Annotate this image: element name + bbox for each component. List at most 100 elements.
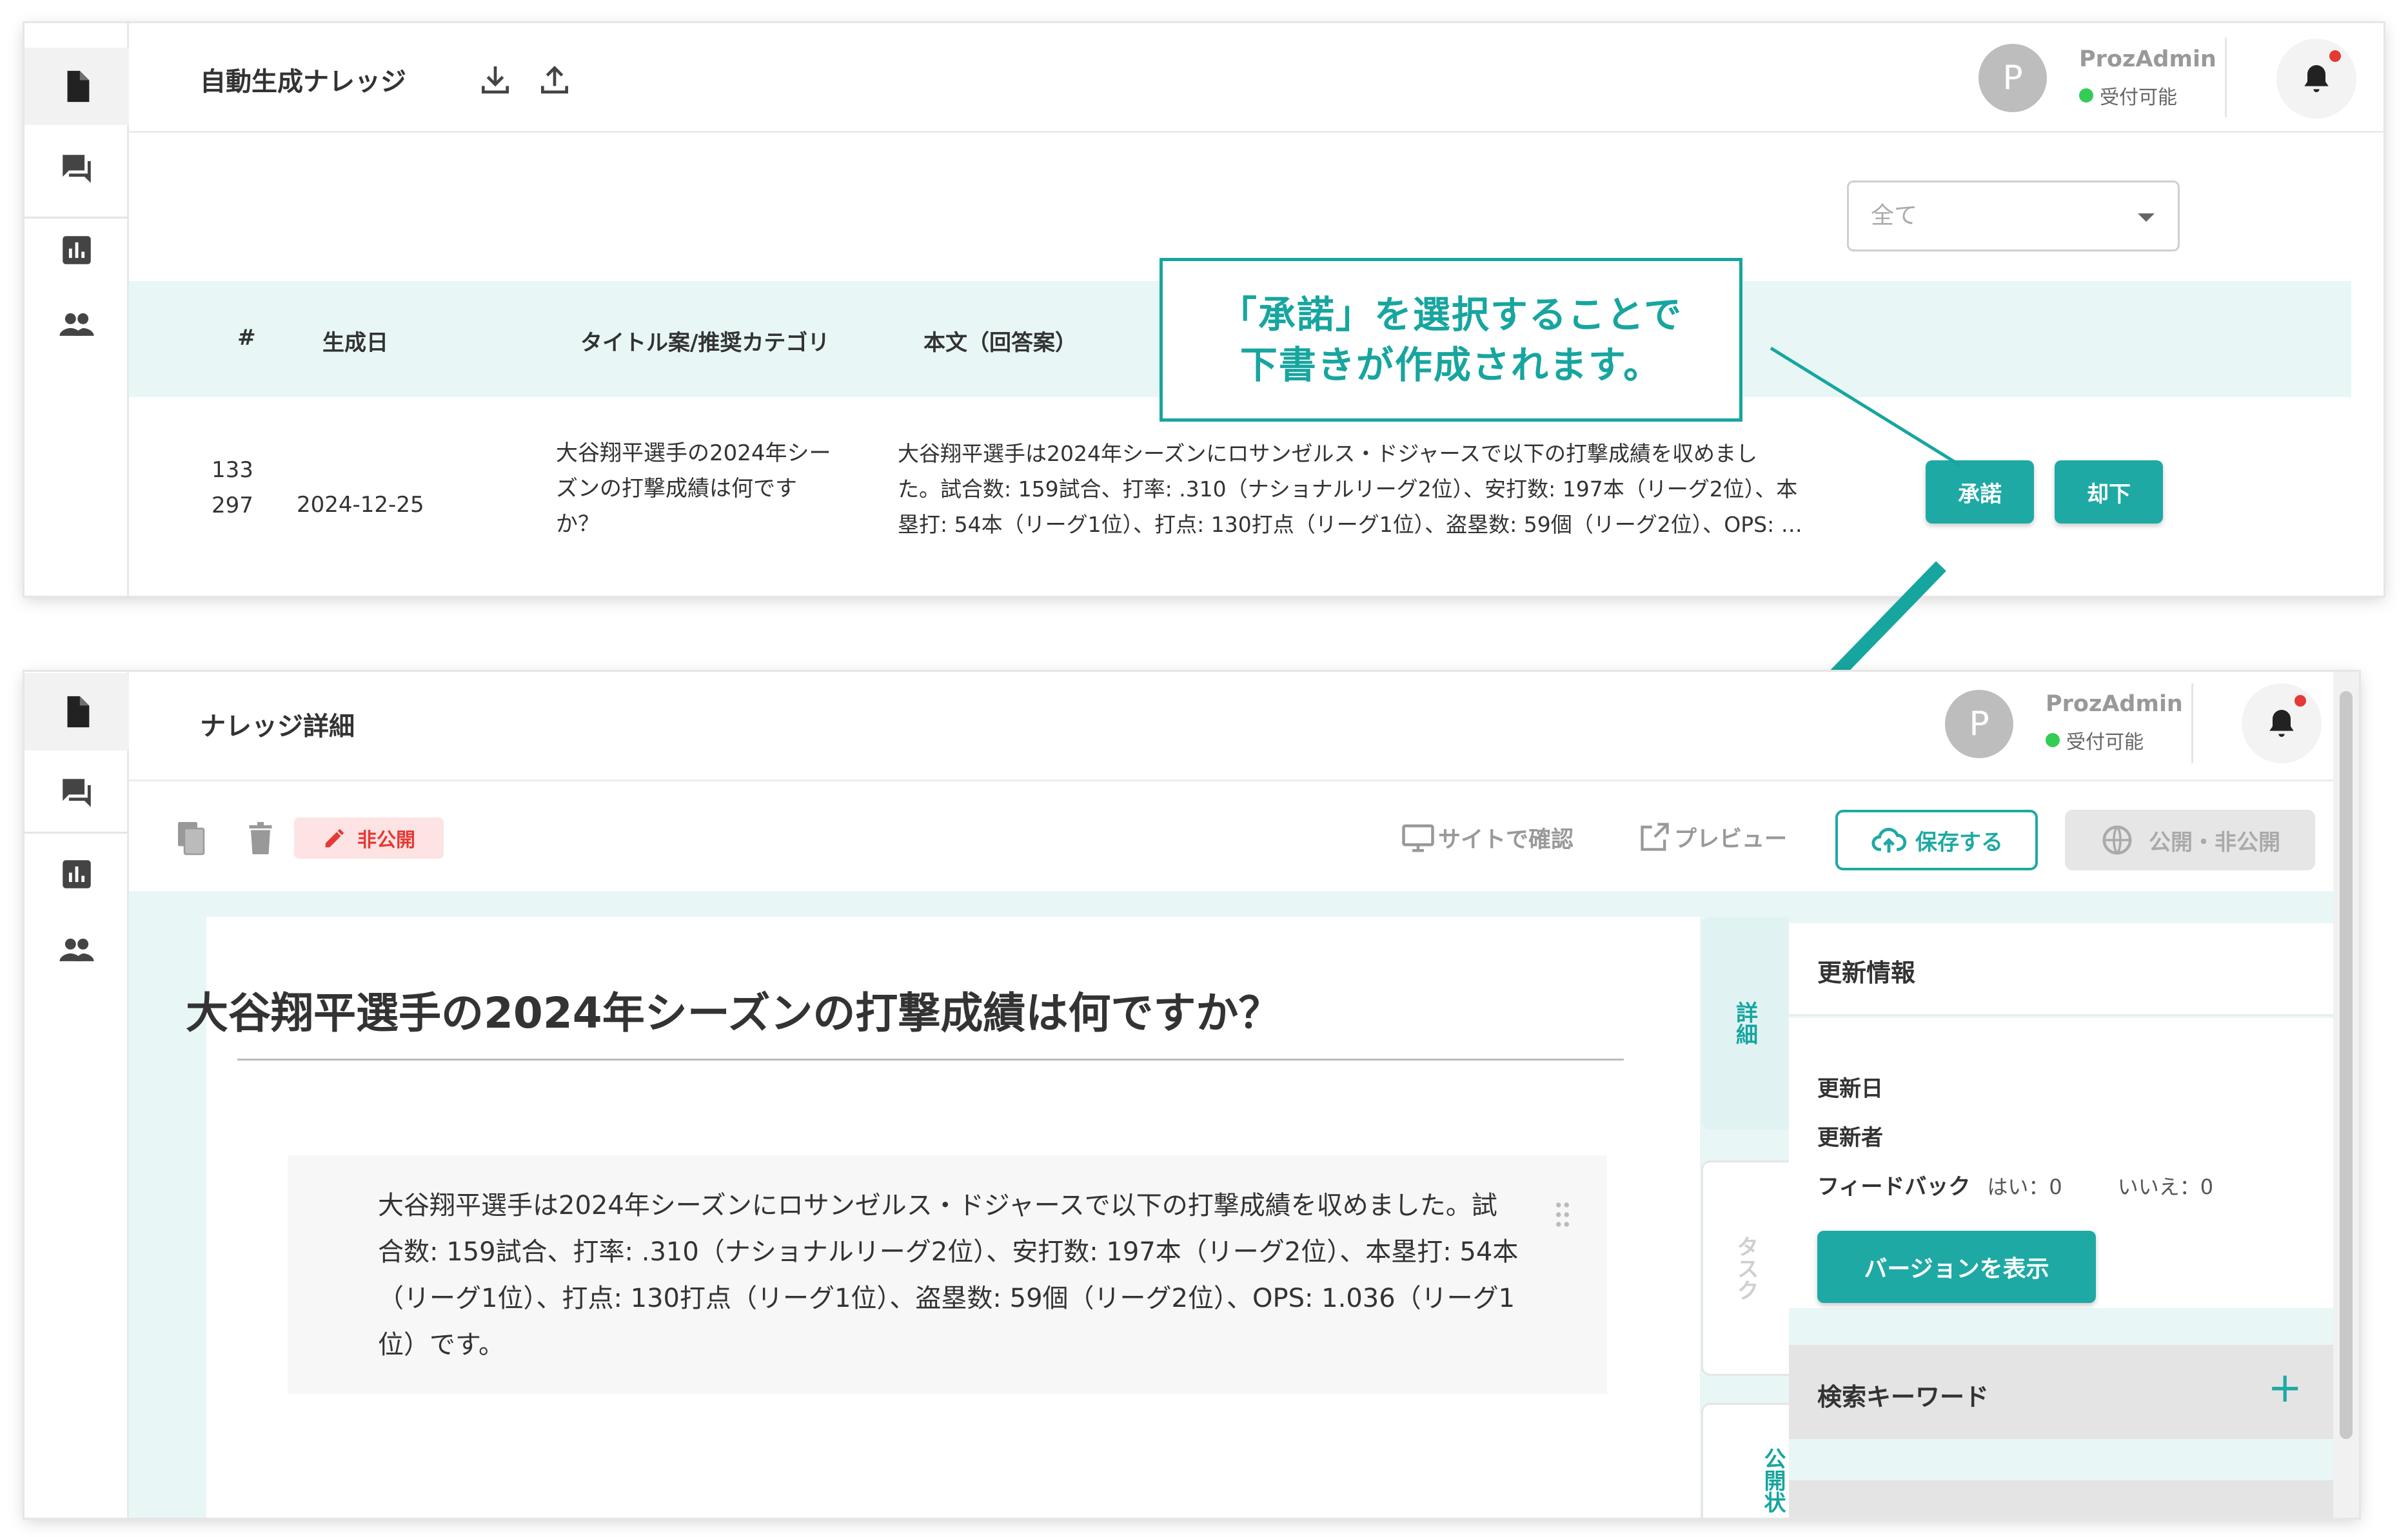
sidebar-item-documents[interactable]	[25, 48, 129, 125]
preview-label: プレビュー	[1674, 826, 1788, 852]
copy-icon[interactable]	[172, 819, 210, 857]
search-keywords-heading: 検索キーワード	[1817, 1383, 1989, 1411]
row-id: 133 297	[212, 453, 253, 524]
title-divider	[237, 1059, 1624, 1061]
row-id-line1: 133	[212, 457, 253, 483]
notifications-button[interactable]	[2242, 683, 2322, 763]
updated-by-label: 更新者	[1817, 1125, 1883, 1151]
row-title-line: ズンの打撃成績は何です	[556, 476, 797, 502]
reject-button[interactable]: 却下	[2055, 460, 2163, 524]
bar-chart-icon	[63, 860, 91, 888]
update-info-panel: 更新日 更新者 フィードバック はい：0 いいえ：0 バージョンを表示	[1789, 1018, 2334, 1308]
callout-annotation: 「承諾」を選択することで 下書きが作成されます。	[1160, 258, 1742, 422]
sidebar-item-chat[interactable]	[25, 130, 129, 208]
page-title: ナレッジ詳細	[200, 712, 355, 741]
bell-icon	[2269, 710, 2294, 737]
approve-button[interactable]: 承諾	[1926, 460, 2034, 524]
chat-icon	[63, 155, 91, 183]
header: ナレッジ詳細 P ProzAdmin 受付可能	[129, 672, 2359, 781]
status-badge-label: 非公開	[357, 829, 415, 852]
notification-badge	[2329, 50, 2341, 62]
filter-select-value: 全て	[1871, 202, 1918, 229]
user-status-label: 受付可能	[2100, 86, 2177, 109]
document-icon	[67, 696, 90, 728]
filter-select[interactable]: 全て	[1847, 181, 2180, 251]
column-header-title: タイトル案/推奨カテゴリ	[580, 330, 830, 356]
save-button[interactable]: 保存する	[1835, 810, 2038, 870]
avatar[interactable]: P	[1979, 44, 2047, 112]
article-body-line: 合数: 159試合、打率: .310（ナショナルリーグ2位）、安打数: 197本…	[378, 1237, 1519, 1267]
show-versions-button[interactable]: バージョンを表示	[1817, 1231, 2096, 1303]
user-name: ProzAdmin	[2079, 46, 2216, 72]
sidebar-item-analytics[interactable]	[25, 836, 129, 913]
collapsed-panel[interactable]	[1789, 1480, 2334, 1518]
tab-details[interactable]: 詳細	[1701, 917, 1789, 1130]
scrollbar[interactable]	[2333, 672, 2359, 1518]
column-header-id: #	[237, 325, 256, 351]
trash-icon[interactable]	[241, 819, 280, 857]
article-body-line: 大谷翔平選手は2024年シーズンにロサンゼルス・ドジャースで以下の打撃成績を収め…	[378, 1191, 1497, 1220]
view-on-site-button[interactable]: サイトで確認	[1401, 820, 1574, 855]
row-title: 大谷翔平選手の2024年シー ズンの打撃成績は何です か？	[556, 436, 831, 542]
monitor-icon	[1402, 824, 1434, 852]
callout-line1: 「承諾」を選択することで	[1219, 293, 1683, 337]
article-body-line: （リーグ1位）、打点: 130打点（リーグ1位）、盗塁数: 59個（リーグ2位）…	[378, 1284, 1515, 1313]
users-icon	[59, 938, 94, 961]
add-keyword-icon[interactable]: +	[2267, 1364, 2302, 1412]
tab-tasks[interactable]: タスク	[1701, 1160, 1789, 1376]
notifications-button[interactable]	[2276, 39, 2356, 119]
bar-chart-icon	[63, 236, 91, 264]
update-info-header: 更新情報	[1789, 923, 2334, 1016]
tab-publish-status[interactable]: 公開状	[1701, 1403, 1789, 1518]
feedback-row: フィードバック はい：0 いいえ：0	[1817, 1169, 2213, 1200]
chevron-down-icon	[2138, 213, 2155, 222]
row-date: 2024-12-25	[297, 492, 424, 518]
scrollbar-thumb[interactable]	[2340, 691, 2353, 1439]
row-body: 大谷翔平選手は2024年シーズンにロサンゼルス・ドジャースで以下の打撃成績を収め…	[898, 436, 1802, 542]
column-header-date: 生成日	[322, 330, 388, 356]
external-link-icon	[1641, 823, 1669, 851]
row-body-line: 塁打: 54本（リーグ1位）、打点: 130打点（リーグ1位）、盗塁数: 59個…	[898, 512, 1802, 537]
online-status-dot	[2079, 88, 2093, 103]
sidebar-item-users[interactable]	[25, 286, 129, 364]
chat-icon	[63, 779, 91, 807]
document-icon	[67, 70, 90, 103]
sidebar-item-chat[interactable]	[25, 754, 129, 832]
sidebar	[25, 23, 129, 596]
sidebar-item-users[interactable]	[25, 912, 129, 989]
users-icon	[59, 313, 94, 336]
row-title-line: か？	[556, 511, 600, 537]
feedback-no-count: いいえ：0	[2117, 1175, 2214, 1199]
sidebar-item-documents[interactable]	[25, 673, 129, 750]
sidebar	[25, 672, 129, 1518]
search-keywords-panel[interactable]: 検索キーワード +	[1789, 1345, 2334, 1439]
user-name: ProzAdmin	[2046, 691, 2183, 717]
status-badge: 非公開	[294, 817, 444, 859]
avatar[interactable]: P	[1945, 690, 2013, 758]
publish-toggle-button[interactable]: 公開・非公開	[2065, 810, 2315, 870]
online-status-dot	[2046, 733, 2060, 747]
row-title-line: 大谷翔平選手の2024年シー	[556, 440, 831, 466]
article-body: 大谷翔平選手は2024年シーズンにロサンゼルス・ドジャースで以下の打撃成績を収め…	[378, 1182, 1558, 1368]
feedback-label: フィードバック	[1817, 1174, 1971, 1200]
update-info-heading: 更新情報	[1817, 959, 1916, 987]
publish-toggle-label: 公開・非公開	[2149, 829, 2280, 856]
article-body-line: 位）です。	[378, 1330, 504, 1360]
user-status-label: 受付可能	[2066, 731, 2144, 754]
preview-button[interactable]: プレビュー	[1638, 820, 1787, 854]
feedback-yes-count: はい：0	[1987, 1175, 2062, 1199]
save-label: 保存する	[1915, 829, 2003, 856]
row-body-line: 大谷翔平選手は2024年シーズンにロサンゼルス・ドジャースで以下の打撃成績を収め…	[898, 441, 1758, 466]
article-title[interactable]: 大谷翔平選手の2024年シーズンの打撃成績は何ですか？	[186, 979, 1281, 1041]
column-header-body: 本文（回答案）	[923, 330, 1077, 356]
drag-handle-icon[interactable]	[1554, 1202, 1571, 1228]
user-status: 受付可能	[2046, 726, 2144, 754]
sidebar-item-analytics[interactable]	[25, 211, 129, 289]
notification-badge	[2295, 695, 2306, 707]
upload-icon[interactable]	[537, 62, 573, 98]
header: 自動生成ナレッジ P ProzAdmin 受付可能	[129, 23, 2383, 133]
row-body-line: た。試合数: 159試合、打率: .310（ナショナルリーグ2位）、安打数: 1…	[898, 476, 1798, 502]
download-icon[interactable]	[477, 62, 513, 98]
knowledge-detail-window: ナレッジ詳細 P ProzAdmin 受付可能 非公開 サイトで確認 プレビュー…	[25, 672, 2359, 1518]
user-status: 受付可能	[2079, 81, 2177, 110]
